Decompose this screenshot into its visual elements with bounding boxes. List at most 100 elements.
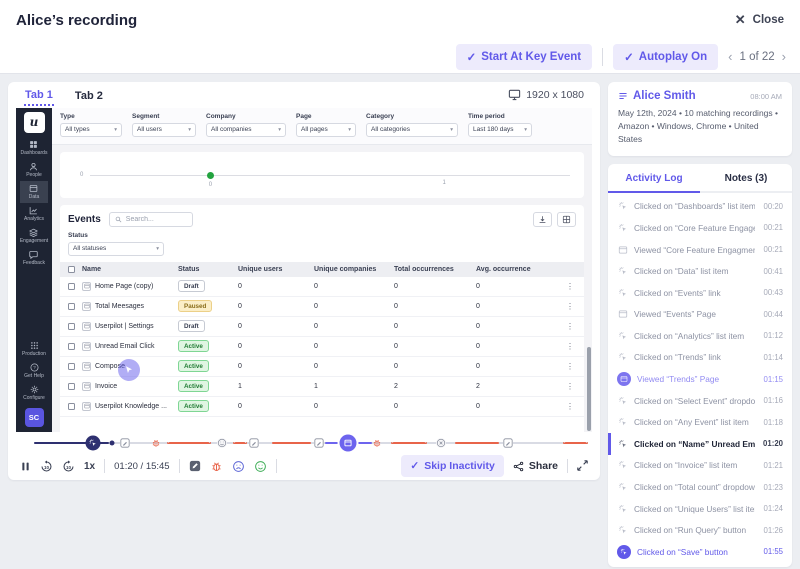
activity-log-item[interactable]: Clicked on “Run Query” button 01:26 bbox=[608, 519, 792, 541]
table-row[interactable]: Userpilot Knowledge ... Active 0 0 0 0 ⋮ bbox=[60, 397, 584, 417]
sidebar-item-data[interactable]: Data bbox=[19, 180, 49, 203]
select-all-checkbox[interactable] bbox=[67, 265, 75, 273]
activity-log-item[interactable]: Clicked on “Trends” link 01:14 bbox=[608, 347, 792, 369]
events-search[interactable] bbox=[108, 211, 193, 227]
click-icon bbox=[617, 395, 628, 406]
page-marker[interactable] bbox=[502, 438, 513, 449]
row-checkbox[interactable] bbox=[67, 402, 75, 410]
row-checkbox[interactable] bbox=[67, 322, 75, 330]
row-menu-icon[interactable]: ⋮ bbox=[550, 342, 584, 351]
playhead-marker[interactable] bbox=[339, 434, 357, 452]
row-checkbox[interactable] bbox=[67, 382, 75, 390]
activity-log-item[interactable]: Clicked on “Any Event” list item 01:18 bbox=[608, 411, 792, 433]
filter-dropdown[interactable]: Last 180 days ▾ bbox=[468, 122, 532, 137]
activity-log-item[interactable]: Clicked on “Analytics” list item 01:12 bbox=[608, 325, 792, 347]
search-input[interactable] bbox=[125, 215, 187, 223]
sidebar-item-production[interactable]: Production bbox=[22, 338, 46, 360]
row-menu-icon[interactable]: ⋮ bbox=[550, 382, 584, 391]
row-checkbox[interactable] bbox=[67, 282, 75, 290]
viewport-scrollbar[interactable] bbox=[587, 346, 591, 431]
rage-click-marker[interactable] bbox=[436, 438, 447, 449]
event-dot-marker[interactable] bbox=[109, 440, 115, 446]
activity-log-item[interactable]: Viewed “Core Feature Engagment” 00:21 bbox=[608, 239, 792, 261]
tab-1[interactable]: Tab 1 bbox=[24, 84, 54, 106]
prev-recording-icon[interactable]: ‹ bbox=[728, 50, 732, 63]
activity-log-item[interactable]: Clicked on “Total count” dropdown 01:23 bbox=[608, 476, 792, 498]
row-checkbox-cell bbox=[60, 282, 82, 290]
table-row[interactable]: Home Page (copy) Draft 0 0 0 0 ⋮ bbox=[60, 277, 584, 297]
playback-speed[interactable]: 1x bbox=[84, 461, 95, 472]
columns-button[interactable] bbox=[557, 211, 576, 227]
event-name: Invoice bbox=[95, 382, 118, 390]
next-recording-icon[interactable]: › bbox=[782, 50, 786, 63]
table-row[interactable]: Invoice Active 1 1 2 2 ⋮ bbox=[60, 377, 584, 397]
table-row[interactable]: Unread Email Click Active 0 0 0 0 ⋮ bbox=[60, 337, 584, 357]
error-marker[interactable] bbox=[151, 438, 161, 448]
sentiment-filter-button[interactable] bbox=[254, 460, 267, 473]
row-menu-icon[interactable]: ⋮ bbox=[550, 302, 584, 311]
row-checkbox[interactable] bbox=[67, 362, 75, 370]
activity-text: Clicked on “Select Event” dropdown bbox=[634, 395, 756, 406]
activity-log-item[interactable]: Clicked on “Select Event” dropdown 01:16 bbox=[608, 390, 792, 412]
page-marker[interactable] bbox=[249, 438, 260, 449]
page-marker[interactable] bbox=[120, 438, 131, 449]
error-marker[interactable] bbox=[372, 438, 382, 448]
frustration-filter-button[interactable] bbox=[232, 460, 245, 473]
sentiment-marker[interactable] bbox=[217, 438, 228, 449]
filter-dropdown[interactable]: All companies ▾ bbox=[206, 122, 286, 137]
forward-10-button[interactable]: 10 bbox=[62, 460, 75, 473]
filter-dropdown[interactable]: All pages ▾ bbox=[296, 122, 356, 137]
download-button[interactable] bbox=[533, 211, 552, 227]
table-row[interactable]: Userpilot | Settings Draft 0 0 0 0 ⋮ bbox=[60, 317, 584, 337]
errors-filter-button[interactable] bbox=[210, 460, 223, 473]
tab-2[interactable]: Tab 2 bbox=[74, 85, 104, 105]
activity-log-item[interactable]: Clicked on “Core Feature Engagem... 00:21 bbox=[608, 217, 792, 239]
activity-log-item[interactable]: Clicked on “Unique Users” list item 01:24 bbox=[608, 498, 792, 520]
sidebar-item-get-help[interactable]: ? Get Help bbox=[22, 360, 46, 382]
table-row[interactable]: Total Meesages Paused 0 0 0 0 ⋮ bbox=[60, 297, 584, 317]
autoplay-toggle-button[interactable]: ✓ Autoplay On bbox=[613, 43, 719, 70]
activity-log-item[interactable]: Clicked on “Invoice” list item 01:21 bbox=[608, 455, 792, 477]
activity-log-item[interactable]: Clicked on “Data” list item 00:41 bbox=[608, 260, 792, 282]
activity-timestamp: 01:24 bbox=[763, 504, 783, 514]
tab-notes[interactable]: Notes (3) bbox=[700, 164, 792, 191]
activity-log-item[interactable]: Clicked on “Events” link 00:43 bbox=[608, 282, 792, 304]
row-menu-icon[interactable]: ⋮ bbox=[550, 322, 584, 331]
pause-button[interactable] bbox=[20, 461, 31, 472]
check-icon: ✓ bbox=[624, 51, 634, 64]
key-event-marker[interactable] bbox=[85, 435, 101, 451]
event-name: Home Page (copy) bbox=[95, 282, 154, 290]
activity-log-item[interactable]: Viewed “Trends” Page 01:15 bbox=[608, 368, 792, 390]
rewind-10-button[interactable]: 10 bbox=[40, 460, 53, 473]
sidebar-item-engagement[interactable]: Engagement bbox=[20, 225, 48, 247]
tab-activity-log[interactable]: Activity Log bbox=[608, 164, 700, 193]
status-filter-dropdown[interactable]: All statuses ▾ bbox=[68, 241, 164, 256]
pages-filter-button[interactable] bbox=[189, 460, 201, 472]
skip-inactivity-toggle[interactable]: ✓ Skip Inactivity bbox=[401, 455, 504, 478]
fullscreen-button[interactable] bbox=[577, 459, 588, 474]
close-button[interactable]: ✕ Close bbox=[735, 12, 784, 28]
filter-dropdown[interactable]: All categories ▾ bbox=[366, 122, 458, 137]
activity-log-item[interactable]: Viewed “Events” Page 00:44 bbox=[608, 303, 792, 325]
filter-dropdown[interactable]: All types ▾ bbox=[60, 122, 122, 137]
sidebar-item-dashboards[interactable]: Dashboards bbox=[20, 137, 48, 159]
filter-dropdown[interactable]: All users ▾ bbox=[132, 122, 196, 137]
page-marker[interactable] bbox=[314, 438, 325, 449]
sidebar-item-configure[interactable]: Configure bbox=[22, 382, 46, 404]
row-menu-icon[interactable]: ⋮ bbox=[550, 402, 584, 411]
row-checkbox[interactable] bbox=[67, 302, 75, 310]
share-button[interactable]: Share bbox=[513, 460, 558, 472]
start-at-key-event-button[interactable]: ✓ Start At Key Event bbox=[455, 43, 593, 70]
row-menu-icon[interactable]: ⋮ bbox=[550, 282, 584, 291]
visitor-name[interactable]: Alice Smith bbox=[633, 90, 696, 102]
sidebar-item-feedback[interactable]: Feedback bbox=[20, 247, 48, 269]
row-checkbox[interactable] bbox=[67, 342, 75, 350]
activity-log-item[interactable]: Clicked on “Name” Unread Email C... 01:20 bbox=[608, 433, 792, 455]
row-menu-icon[interactable]: ⋮ bbox=[550, 362, 584, 371]
activity-log-item[interactable]: Clicked on “Dashboards” list item 00:20 bbox=[608, 196, 792, 218]
sidebar-item-analytics[interactable]: Analytics bbox=[20, 203, 48, 225]
playback-timeline[interactable] bbox=[34, 434, 588, 452]
event-type-icon bbox=[82, 341, 91, 351]
activity-log-item[interactable]: Clicked on “Save” button 01:55 bbox=[608, 541, 792, 563]
sidebar-item-people[interactable]: People bbox=[20, 159, 48, 181]
